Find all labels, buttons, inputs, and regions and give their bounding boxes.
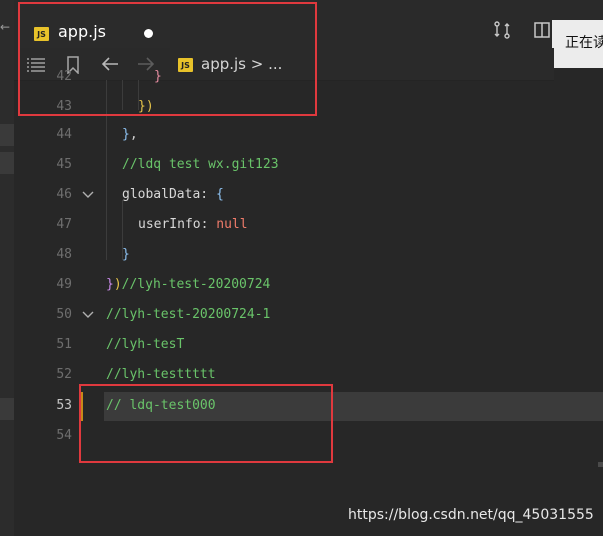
side-panel-item[interactable]: [0, 152, 14, 174]
code-text: }): [138, 99, 154, 114]
code-text: userInfo: null: [138, 210, 248, 240]
code-line[interactable]: 44 },: [14, 120, 603, 150]
property-key: globalData: [122, 187, 201, 202]
code-line[interactable]: 43 }): [14, 92, 603, 122]
line-number: 52: [56, 367, 72, 382]
code-text: globalData: {: [122, 180, 224, 210]
unsaved-dot-icon[interactable]: [144, 29, 153, 38]
source-control-compare-icon[interactable]: [492, 20, 512, 40]
code-comment: //lyh-testtttt: [106, 367, 216, 382]
line-number: 42: [56, 69, 72, 84]
code-line[interactable]: 50 //lyh-test-20200724-1: [14, 300, 603, 330]
code-text: }: [122, 247, 130, 262]
code-line[interactable]: 54: [14, 421, 603, 451]
line-number: 48: [56, 247, 72, 262]
code-line[interactable]: 47 userInfo: null: [14, 210, 603, 240]
tooltip: 正在读: [552, 20, 603, 68]
code-comment: //ldq test wx.git123: [122, 157, 279, 172]
code-text: }: [154, 69, 162, 84]
code-line[interactable]: 51 //lyh-tesT: [14, 330, 603, 360]
line-number: 53: [56, 398, 72, 413]
side-panel-item[interactable]: [0, 124, 14, 146]
fold-chevron-down-icon[interactable]: [82, 309, 94, 324]
watermark: https://blog.csdn.net/qq_45031555: [348, 507, 594, 523]
code-comment: //lyh-test-20200724-1: [106, 307, 271, 322]
code-line[interactable]: 48 }: [14, 240, 603, 270]
colon: :: [200, 217, 217, 232]
line-number: 49: [56, 277, 72, 292]
editor-tab-bar: JS app.js: [14, 0, 603, 50]
side-panel-edge: ←: [0, 0, 14, 536]
fold-chevron-down-icon[interactable]: [82, 189, 94, 204]
line-number: 54: [56, 428, 72, 443]
split-editor-icon[interactable]: [532, 20, 552, 40]
code-comment: //lyh-tesT: [106, 337, 185, 352]
code-line[interactable]: 45 //ldq test wx.git123: [14, 150, 603, 180]
line-number: 43: [56, 99, 72, 114]
line-number: 46: [56, 187, 72, 202]
line-number: 44: [56, 127, 72, 142]
back-arrow-icon[interactable]: ←: [0, 20, 10, 34]
comma: ,: [129, 127, 138, 142]
line-number: 47: [56, 217, 72, 232]
line-number: 45: [56, 157, 72, 172]
code-line[interactable]: 49 })//lyh-test-20200724: [14, 270, 603, 300]
code-comment: //lyh-test-20200724: [121, 277, 271, 292]
brace: }: [106, 277, 114, 292]
line-number: 51: [56, 337, 72, 352]
js-file-icon: JS: [34, 27, 49, 41]
side-panel-item[interactable]: [0, 398, 14, 420]
tab-title: app.js: [58, 22, 106, 41]
tab-app-js[interactable]: JS app.js: [20, 0, 170, 50]
code-line[interactable]: 52 //lyh-testtttt: [14, 360, 603, 390]
code-line[interactable]: 46 globalData: {: [14, 180, 603, 210]
brace: {: [215, 187, 224, 202]
line-number: 50: [56, 307, 72, 322]
code-comment: // ldq-test000: [106, 398, 216, 413]
paren: ): [113, 277, 122, 292]
colon: :: [200, 187, 216, 202]
code-line-current[interactable]: 53 // ldq-test000: [14, 391, 603, 421]
scrollbar-marker: [598, 462, 603, 467]
code-text: },: [122, 120, 138, 150]
null-literal: null: [216, 217, 248, 232]
property-key: userInfo: [138, 217, 201, 232]
code-editor[interactable]: 42 } 43 }) 44 }, 45 //ldq test wx.git123…: [14, 69, 603, 536]
code-text: })//lyh-test-20200724: [106, 270, 270, 300]
brace: }: [122, 127, 130, 142]
code-line[interactable]: 42 }: [14, 62, 603, 92]
